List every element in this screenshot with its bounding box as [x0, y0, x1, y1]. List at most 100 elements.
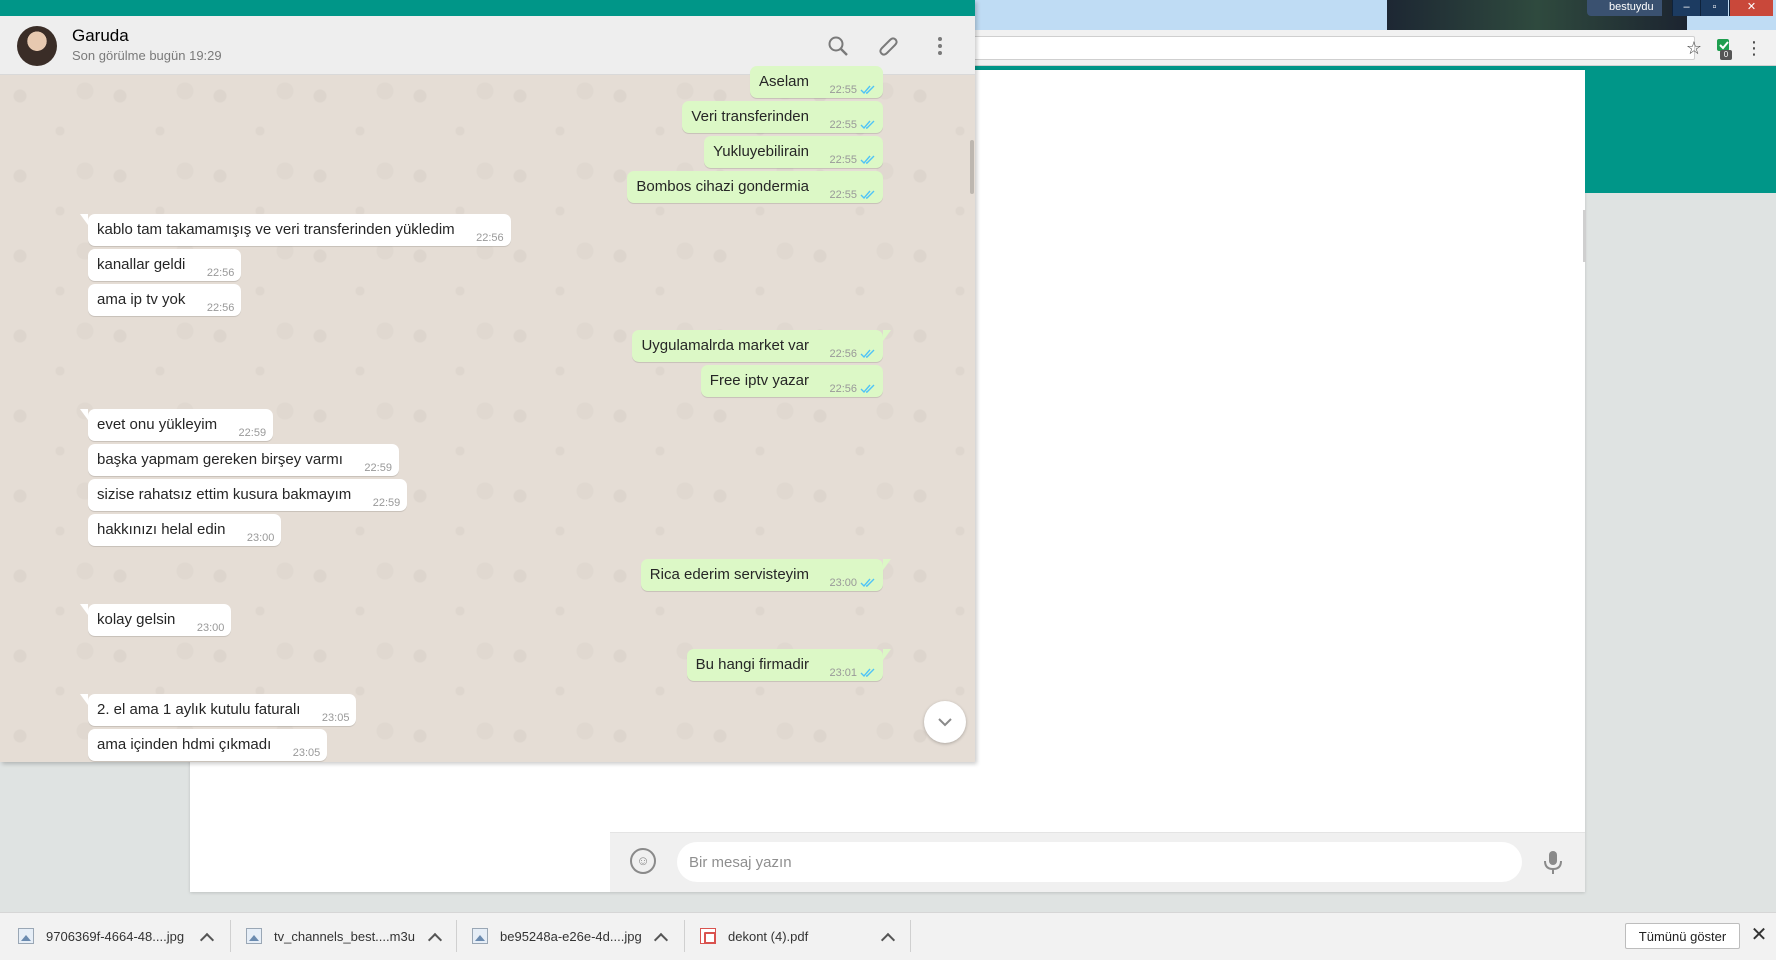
- message-time: 22:56: [476, 232, 504, 244]
- show-all-downloads-button[interactable]: Tümünü göster: [1625, 923, 1740, 949]
- message-text: Veri transferinden: [691, 108, 809, 125]
- message-time: 22:56: [206, 267, 235, 279]
- incoming-message[interactable]: ama içinden hdmi çıkmadı 23:05: [88, 729, 328, 761]
- double-check-icon: [860, 190, 875, 200]
- image-file-icon: [472, 928, 488, 944]
- minimize-button[interactable]: –: [1672, 0, 1700, 16]
- chevron-up-icon[interactable]: [427, 914, 444, 960]
- chevron-up-icon[interactable]: [653, 914, 670, 960]
- message-text: evet onu yükleyim: [97, 416, 218, 433]
- message-text: başka yapmam gereken birşey varmı: [97, 451, 343, 468]
- contact-name[interactable]: Garuda: [72, 26, 129, 46]
- outgoing-message[interactable]: Bombos cihazi gondermia 22:55: [627, 171, 883, 203]
- outgoing-message[interactable]: Free iptv yazar 22:56: [700, 365, 883, 397]
- message-text: Rica ederim servisteyim: [649, 566, 809, 583]
- image-file-icon: [246, 928, 262, 944]
- download-filename: tv_channels_best....m3u: [274, 928, 415, 944]
- download-separator: [684, 920, 685, 952]
- message-input[interactable]: [677, 842, 1522, 882]
- incoming-message[interactable]: 2. el ama 1 aylık kutulu faturalı 23:05: [79, 694, 357, 726]
- microphone-icon[interactable]: [1540, 848, 1566, 876]
- double-check-icon: [860, 384, 875, 394]
- attach-icon[interactable]: [876, 34, 900, 58]
- whatsapp-web-header-band-right: [1585, 66, 1776, 193]
- chat-window: Garuda Son görülme bugün 19:29 Aselam 22:…: [0, 0, 975, 762]
- download-filename: dekont (4).pdf: [728, 928, 809, 944]
- message-text: sizise rahatsız ettim kusura bakmayım: [97, 486, 352, 503]
- incoming-message[interactable]: sizise rahatsız ettim kusura bakmayım 22:…: [88, 479, 408, 511]
- contact-avatar[interactable]: [17, 26, 57, 66]
- message-time: 23:05: [292, 747, 321, 759]
- outgoing-message[interactable]: Yukluyebilirain 22:55: [704, 136, 883, 168]
- message-time: 23:00: [196, 622, 225, 634]
- message-text: Bombos cihazi gondermia: [636, 178, 809, 195]
- message-text: Free iptv yazar: [709, 372, 809, 389]
- message-text: Uygulamalrda market var: [641, 337, 809, 354]
- chevron-up-icon[interactable]: [199, 914, 216, 960]
- message-time: 22:59: [238, 427, 267, 439]
- download-item[interactable]: tv_channels_best....m3u: [246, 912, 415, 960]
- double-check-icon: [860, 578, 875, 588]
- message-time: 22:56: [206, 302, 235, 314]
- chevron-up-icon[interactable]: [880, 914, 897, 960]
- incoming-message[interactable]: başka yapmam gereken birşey varmı 22:59: [88, 444, 399, 476]
- message-time: 23:05: [321, 712, 350, 724]
- chat-menu-icon[interactable]: [928, 34, 952, 58]
- chat-scrollbar[interactable]: [970, 140, 974, 194]
- chevron-up-glyph: [653, 932, 669, 948]
- image-file-icon: [18, 928, 34, 944]
- panel-scrollbar[interactable]: [1583, 210, 1586, 262]
- message-time: 22:59: [364, 462, 392, 474]
- download-item[interactable]: be95248a-e26e-4d....jpg: [472, 912, 642, 960]
- incoming-message[interactable]: evet onu yükleyim 22:59: [79, 409, 274, 441]
- outgoing-message[interactable]: Veri transferinden 22:55: [682, 101, 883, 133]
- download-filename: be95248a-e26e-4d....jpg: [500, 928, 642, 944]
- message-text: ama ip tv yok: [97, 291, 186, 308]
- extension-badge: 0: [1720, 50, 1732, 60]
- message-time: 23:01: [829, 667, 857, 679]
- message-time: 22:55: [829, 119, 857, 131]
- bookmark-star-icon[interactable]: ☆: [1682, 36, 1706, 60]
- incoming-message[interactable]: kolay gelsin 23:00: [79, 604, 232, 636]
- incoming-message[interactable]: hakkınızı helal edin 23:00: [88, 514, 282, 546]
- double-check-icon: [860, 120, 875, 130]
- chevron-down-icon: [938, 718, 952, 727]
- message-time: 22:56: [829, 348, 857, 360]
- scroll-to-bottom-button[interactable]: [924, 701, 966, 743]
- search-icon[interactable]: [826, 34, 850, 58]
- download-separator: [910, 920, 911, 952]
- window-close-button[interactable]: ✕: [1729, 0, 1773, 16]
- download-separator: [456, 920, 457, 952]
- outgoing-message[interactable]: Rica ederim servisteyim 23:00: [640, 559, 892, 591]
- message-time: 23:00: [829, 577, 857, 589]
- window-user-label[interactable]: bestuydu: [1587, 0, 1662, 16]
- maximize-button[interactable]: ▫: [1700, 0, 1728, 16]
- double-check-icon: [860, 155, 875, 165]
- message-time: 22:55: [829, 154, 857, 166]
- address-bar[interactable]: [975, 36, 1695, 60]
- outgoing-message[interactable]: Aselam 22:55: [749, 66, 883, 98]
- outgoing-message[interactable]: Bu hangi firmadir 23:01: [686, 649, 892, 681]
- message-time: 22:55: [829, 189, 857, 201]
- pdf-file-icon: [700, 928, 716, 944]
- double-check-icon: [860, 668, 875, 678]
- browser-menu-icon[interactable]: ⋮: [1742, 36, 1766, 60]
- message-time: 23:00: [246, 532, 275, 544]
- contact-last-seen: Son görülme bugün 19:29: [72, 48, 222, 63]
- download-item[interactable]: 9706369f-4664-48....jpg: [18, 912, 184, 960]
- download-item[interactable]: dekont (4).pdf: [700, 912, 808, 960]
- incoming-message[interactable]: kablo tam takamamışış ve veri transferin…: [80, 214, 511, 246]
- emoji-icon[interactable]: ☺: [630, 848, 656, 874]
- message-text: Yukluyebilirain: [713, 143, 809, 160]
- incoming-message[interactable]: ama ip tv yok 22:56: [88, 284, 242, 316]
- message-text: kanallar geldi: [97, 256, 186, 273]
- message-time: 22:56: [829, 383, 857, 395]
- message-time: 22:59: [372, 497, 401, 509]
- close-icon[interactable]: ✕: [1748, 924, 1770, 946]
- message-text: ama içinden hdmi çıkmadı: [97, 736, 272, 753]
- message-text: kablo tam takamamışış ve veri transferin…: [97, 221, 455, 238]
- message-time: 22:55: [829, 84, 857, 96]
- outgoing-message[interactable]: Uygulamalrda market var 22:56: [632, 330, 891, 362]
- message-text: 2. el ama 1 aylık kutulu faturalı: [97, 701, 301, 718]
- incoming-message[interactable]: kanallar geldi 22:56: [88, 249, 242, 281]
